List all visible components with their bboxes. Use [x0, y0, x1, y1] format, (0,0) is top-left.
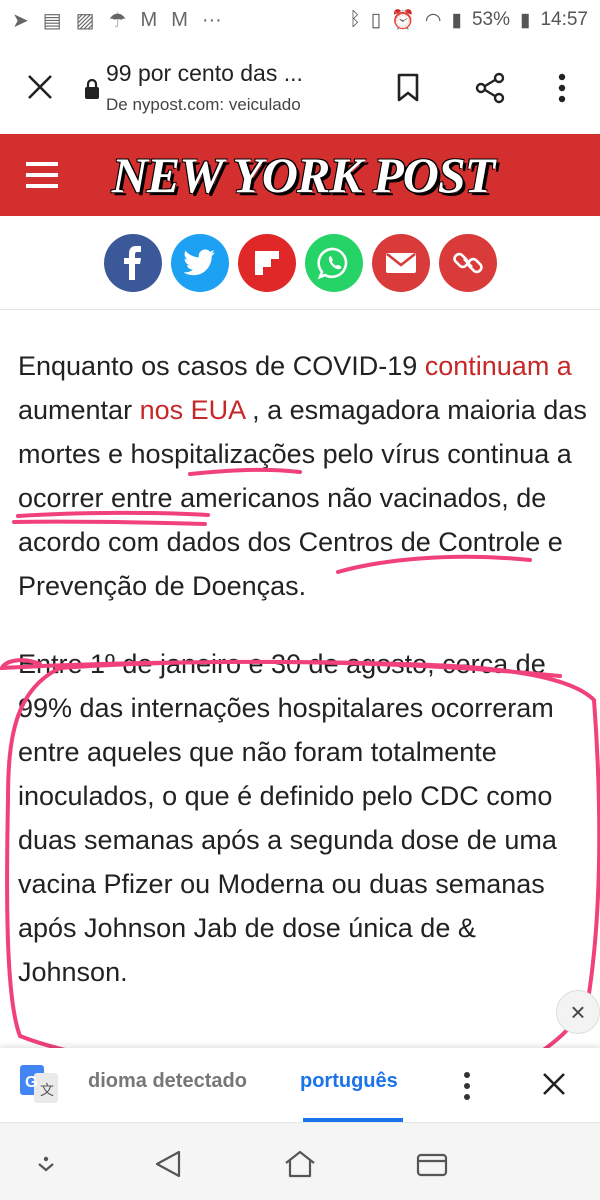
twitter-share-button[interactable] [171, 234, 229, 292]
more-icon: ··· [201, 8, 222, 31]
lock-icon [80, 77, 104, 101]
vibrate-icon: ▯ [370, 9, 382, 31]
dismiss-overlay-button[interactable]: × [556, 990, 600, 1034]
menu-icon[interactable] [26, 162, 58, 188]
image-icon: ▨ [75, 9, 95, 32]
page-title-area[interactable]: 99 por cento das ... De nypost.com: veic… [106, 60, 376, 115]
bookmark-icon [397, 73, 419, 102]
more-vert-icon [558, 73, 566, 103]
status-bar: ➤ ▤ ▨ ☂ M M ··· ᛒ ▯ ⏰ ◠ ▮ 53% ▮ 14:57 [0, 0, 600, 40]
bookmark-button[interactable] [388, 68, 428, 108]
umbrella-icon: ☂ [108, 9, 127, 32]
twitter-icon [184, 249, 215, 276]
page-title: 99 por cento das ... [106, 59, 303, 86]
google-translate-icon[interactable]: G 文 [20, 1065, 58, 1103]
inline-link[interactable]: continuam a [425, 351, 572, 381]
svg-text:G: G [25, 1074, 37, 1091]
paragraph-text: Enquanto os casos de COVID-19 [18, 351, 425, 381]
gmail-icon: M [140, 8, 158, 31]
share-bar [0, 216, 600, 310]
flipboard-icon [255, 251, 279, 275]
home-button[interactable] [280, 1147, 320, 1181]
home-icon [285, 1150, 315, 1178]
alarm-icon: ⏰ [391, 10, 415, 31]
recents-button[interactable] [412, 1147, 452, 1181]
notification-icons: ➤ ▤ ▨ ☂ M M ··· [12, 8, 222, 33]
signal-icon: ▮ [451, 9, 462, 31]
bluetooth-icon: ᛒ [349, 9, 361, 30]
gmail-icon: M [171, 8, 188, 31]
chevron-down-icon [38, 1156, 54, 1172]
translate-options-button[interactable] [452, 1068, 482, 1104]
paragraph-text: , a esmagadora maioria das mortes e hosp… [18, 395, 587, 601]
battery-icon: ▮ [519, 9, 531, 31]
site-header: NEW YORK POST [0, 134, 600, 216]
close-icon: × [570, 996, 586, 1027]
site-logo[interactable]: NEW YORK POST [112, 144, 495, 206]
system-navigation-bar [0, 1122, 600, 1200]
whatsapp-share-button[interactable] [305, 234, 363, 292]
article-paragraph: Entre 1º de janeiro e 30 de agosto, cerc… [18, 649, 557, 987]
close-icon [28, 75, 52, 99]
facebook-icon [124, 246, 141, 280]
close-icon [543, 1073, 565, 1095]
whatsapp-icon [317, 247, 348, 280]
overflow-menu-button[interactable] [542, 68, 582, 108]
facebook-share-button[interactable] [104, 234, 162, 292]
link-icon [453, 252, 483, 274]
flipboard-share-button[interactable] [238, 234, 296, 292]
back-icon [155, 1150, 181, 1178]
inline-link[interactable]: nos EUA [140, 395, 245, 425]
back-button[interactable] [148, 1147, 188, 1181]
system-icons: ᛒ ▯ ⏰ ◠ ▮ 53% ▮ 14:57 [349, 8, 588, 32]
share-icon [475, 72, 505, 104]
target-language-tab[interactable]: português [300, 1070, 398, 1093]
recents-icon [416, 1153, 448, 1177]
detected-language-label[interactable]: dioma detectado [88, 1070, 247, 1093]
email-icon [386, 252, 416, 273]
email-share-button[interactable] [372, 234, 430, 292]
page-source: De nypost.com: veiculado [106, 94, 301, 114]
clock: 14:57 [540, 9, 588, 30]
paragraph-text: aumentar [18, 395, 140, 425]
article-paragraph: Enquanto os casos de COVID-19 continuam … [18, 344, 588, 608]
translate-close-button[interactable] [536, 1064, 572, 1104]
share-button[interactable] [470, 68, 510, 108]
wifi-icon: ◠ [424, 9, 442, 31]
battery-percent: 53% [471, 9, 510, 30]
close-tab-button[interactable] [0, 40, 80, 134]
custom-tab-toolbar: 99 por cento das ... De nypost.com: veic… [0, 40, 600, 134]
article-body: Enquanto os casos de COVID-19 continuam … [18, 344, 588, 1028]
telegram-icon: ➤ [12, 9, 29, 32]
translate-bar: G 文 dioma detectado português [0, 1048, 600, 1122]
svg-text:文: 文 [40, 1083, 54, 1099]
copy-link-button[interactable] [439, 234, 497, 292]
news-icon: ▤ [42, 9, 62, 32]
hide-nav-button[interactable] [26, 1147, 66, 1181]
